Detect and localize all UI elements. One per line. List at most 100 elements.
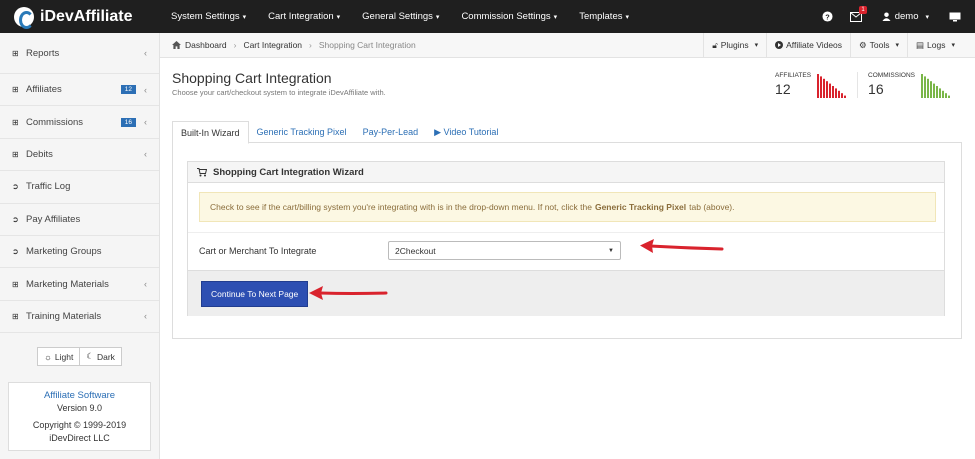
sparkline-bar [844, 95, 847, 98]
commissions-stat[interactable]: COMMISSIONS 16 [857, 72, 961, 98]
wizard-header: Shopping Cart Integration Wizard [188, 162, 944, 183]
company-text: iDevDirect LLC [49, 432, 110, 443]
sparkline-bar [927, 78, 929, 98]
affiliate-videos-button[interactable]: Affiliate Videos [766, 32, 850, 58]
sidebar-item-training-materials[interactable]: ⊞ Training Materials ‹ [0, 301, 159, 334]
sidebar-item-affiliates[interactable]: ⊞ Affiliates 12 ‹ [0, 74, 159, 107]
sparkline-bar [921, 74, 923, 98]
sidebar-item-debits[interactable]: ⊞ Debits ‹ [0, 139, 159, 172]
commissions-stat-label: COMMISSIONS [868, 72, 915, 79]
light-theme-button[interactable]: ☼ Light [37, 347, 81, 367]
cart-select-row: Cart or Merchant To Integrate 2Checkout … [188, 232, 944, 268]
caret-down-icon: ▾ [336, 13, 341, 21]
plugins-button[interactable]: 🔓︎ Plugins ▾ [703, 32, 766, 58]
user-icon [882, 12, 891, 21]
sparkline-bar [924, 76, 926, 98]
plus-square-icon: ⊞ [12, 311, 19, 321]
sidebar-item-pay-affiliates[interactable]: ➲ Pay Affiliates [0, 204, 159, 236]
sidebar-item-reports[interactable]: ⊞ Reports ‹ [0, 33, 159, 74]
sidebar: ⊞ Reports ‹ ⊞ Affiliates 12 ‹ ⊞ Commissions 16 ‹ ⊞ D… [0, 33, 160, 459]
monitor-icon [949, 12, 961, 21]
caret-down-icon: ▾ [925, 13, 929, 21]
notifications-button[interactable]: 1 [842, 0, 870, 33]
sidebar-menu: ⊞ Reports ‹ ⊞ Affiliates 12 ‹ ⊞ Commissions 16 ‹ ⊞ D… [0, 33, 159, 334]
breadcrumb-cart-integration[interactable]: Cart Integration [243, 40, 302, 50]
sparkline-bar [841, 93, 844, 98]
wizard-title: Shopping Cart Integration Wizard [213, 166, 364, 178]
tab-generic-tracking-pixel[interactable]: Generic Tracking Pixel [249, 121, 355, 143]
chevron-left-icon: ‹ [144, 279, 147, 290]
plus-square-icon: ⊞ [12, 149, 19, 159]
sidebar-item-label: Marketing Materials [26, 278, 109, 290]
sparkline-bar [820, 76, 823, 98]
menu-templates[interactable]: Templates ▾ [568, 0, 640, 33]
generic-tracking-pixel-link[interactable]: Generic Tracking Pixel [595, 202, 686, 212]
caret-down-icon: ▾ [435, 13, 440, 21]
gear-icon: ⚙ [859, 39, 867, 50]
help-button[interactable]: ? [814, 0, 842, 33]
tab-pay-per-lead[interactable]: Pay-Per-Lead [355, 121, 427, 143]
user-menu[interactable]: demo ▾ [870, 0, 941, 33]
affiliates-stat[interactable]: AFFILIATES 12 [765, 72, 857, 98]
wizard-panel: Shopping Cart Integration Wizard Check t… [187, 161, 945, 316]
menu-cart-integration[interactable]: Cart Integration ▾ [257, 0, 351, 33]
cart-select-label: Cart or Merchant To Integrate [199, 245, 317, 256]
logs-button[interactable]: ▤ Logs ▾ [907, 32, 963, 58]
question-circle-icon: ? [822, 11, 833, 22]
cart-merchant-select[interactable]: 2Checkout ▼ [388, 241, 621, 260]
caret-down-icon: ▾ [242, 13, 247, 21]
continue-button[interactable]: Continue To Next Page [201, 280, 309, 307]
breadcrumb-separator: › [233, 40, 237, 50]
stats-summary: AFFILIATES 12 COMMISSIONS 16 [765, 72, 961, 98]
plus-square-icon: ⊞ [12, 117, 19, 127]
page-subtitle: Choose your cart/checkout system to inte… [172, 88, 386, 97]
sparkline-bar [930, 81, 932, 98]
chevron-left-icon: ‹ [144, 117, 147, 128]
affiliates-stat-value: 12 [775, 81, 791, 97]
logo-icon [14, 6, 34, 29]
theme-toggle: ☼ Light ☾ Dark [0, 347, 159, 367]
sparkline-bar [948, 95, 950, 98]
sidebar-item-commissions[interactable]: ⊞ Commissions 16 ‹ [0, 106, 159, 139]
sidebar-item-marketing-groups[interactable]: ➲ Marketing Groups [0, 236, 159, 269]
breadcrumb-dashboard[interactable]: Dashboard [185, 40, 227, 50]
notification-badge: 1 [859, 6, 867, 14]
circle-arrow-icon: ➲ [12, 182, 19, 192]
sparkline-bar [942, 90, 944, 98]
wizard-footer: Continue To Next Page [188, 270, 944, 316]
breadcrumb: Dashboard › Cart Integration › Shopping … [160, 40, 416, 50]
menu-general-settings[interactable]: General Settings ▾ [351, 0, 450, 33]
dark-theme-button[interactable]: ☾ Dark [80, 347, 122, 367]
tab-built-in-wizard[interactable]: Built-In Wizard [172, 121, 249, 144]
display-button[interactable] [941, 0, 969, 33]
file-icon: ▤ [916, 39, 925, 50]
chevron-left-icon: ‹ [144, 149, 147, 160]
sparkline-bar [832, 86, 835, 98]
circle-arrow-icon: ➲ [12, 247, 19, 257]
sidebar-item-label: Training Materials [26, 310, 102, 322]
play-circle-icon [775, 41, 784, 49]
sun-icon: ☼ [44, 351, 52, 362]
product-name[interactable]: Affiliate Software [13, 389, 146, 402]
svg-text:?: ? [825, 12, 830, 21]
sparkline-bar [826, 81, 829, 98]
brand-logo[interactable]: iDevAffiliate [0, 0, 160, 33]
plus-square-icon: ⊞ [12, 48, 19, 58]
version-info: Affiliate Software Version 9.0 Copyright… [8, 382, 151, 452]
sidebar-item-traffic-log[interactable]: ➲ Traffic Log [0, 171, 159, 204]
chevron-left-icon: ‹ [144, 48, 147, 58]
menu-commission-settings[interactable]: Commission Settings ▾ [450, 0, 568, 33]
commissions-stat-value: 16 [868, 81, 884, 97]
sidebar-item-label: Debits [26, 148, 53, 160]
tools-button[interactable]: ⚙ Tools ▾ [850, 32, 907, 58]
sparkline-bar [936, 86, 938, 98]
caret-down-icon: ▾ [553, 13, 558, 21]
breadcrumb-bar: Dashboard › Cart Integration › Shopping … [160, 32, 975, 58]
cart-select-value: 2Checkout [395, 245, 436, 256]
version-text: Version 9.0 [56, 403, 103, 414]
sidebar-item-marketing-materials[interactable]: ⊞ Marketing Materials ‹ [0, 268, 159, 301]
menu-system-settings[interactable]: System Settings ▾ [160, 0, 257, 33]
info-notice: Check to see if the cart/billing system … [199, 192, 936, 222]
plus-square-icon: ⊞ [12, 85, 19, 95]
tab-video-tutorial[interactable]: ▶ Video Tutorial [426, 121, 506, 143]
